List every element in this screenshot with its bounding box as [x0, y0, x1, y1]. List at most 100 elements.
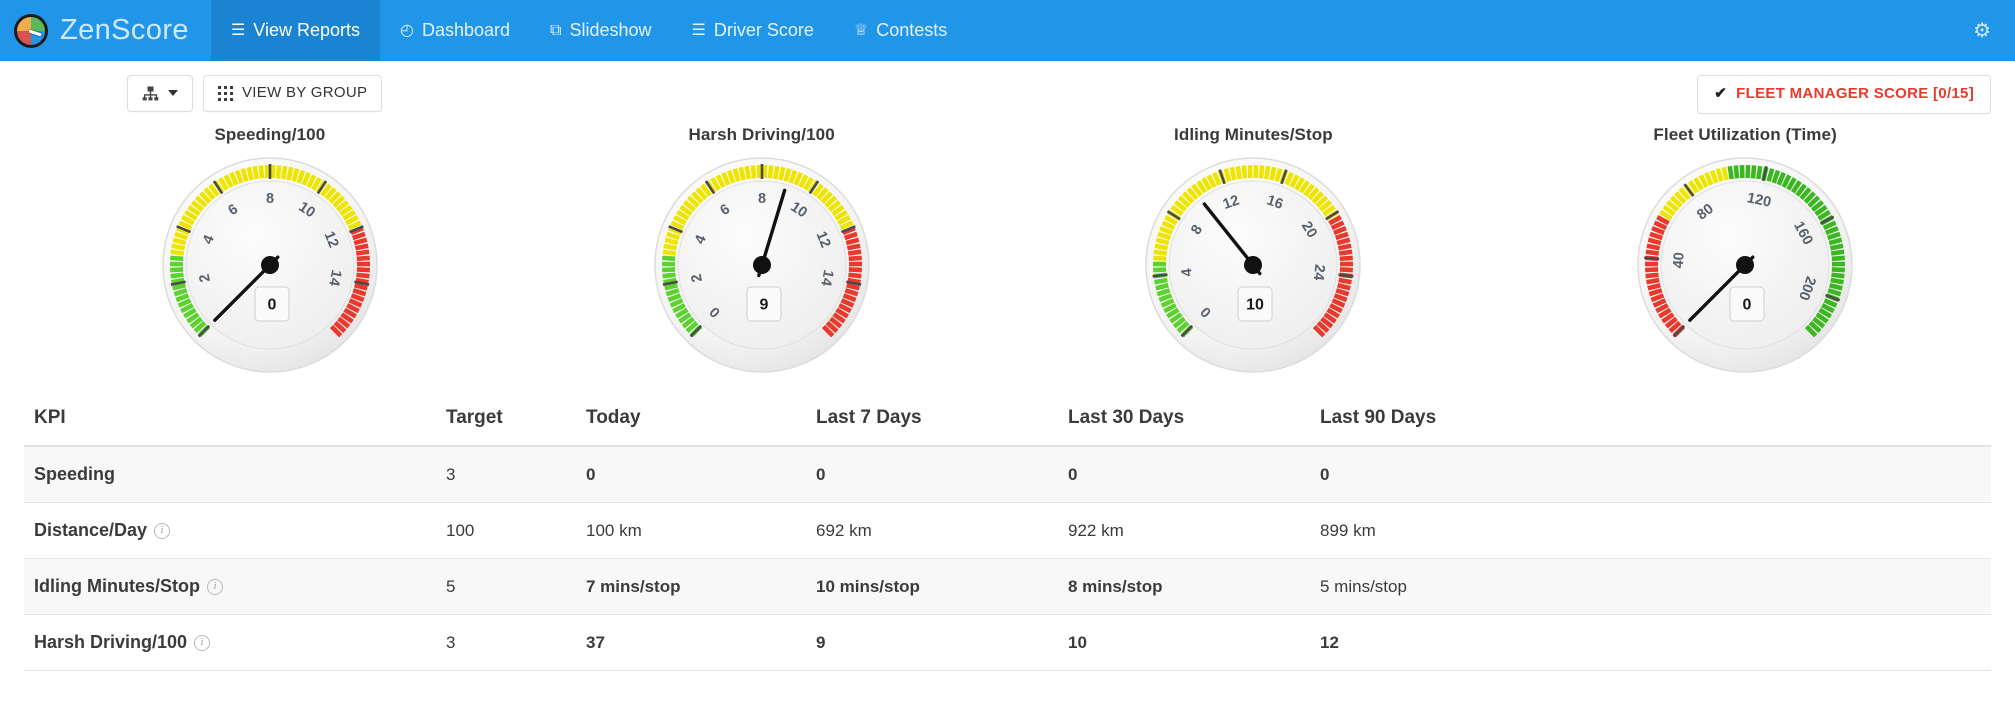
nav-item-driver-score[interactable]: ☰ Driver Score	[672, 0, 834, 61]
gauge-tick-label: 14	[817, 268, 836, 287]
kpi-table-head: KPI Target Today Last 7 Days Last 30 Days Las…	[24, 393, 1991, 447]
gauge-title: Fleet Utilization (Time)	[1653, 125, 1837, 144]
table-header-row: KPI Target Today Last 7 Days Last 30 Days Las…	[24, 393, 1991, 447]
gauge-tick-label: 24	[1310, 263, 1328, 281]
toolbar-left-group: VIEW BY GROUP	[127, 75, 383, 112]
cell-d90: 0	[1310, 446, 1991, 503]
nav-item-label: Dashboard	[421, 20, 511, 40]
nav-item-label: View Reports	[253, 20, 360, 40]
nav-item-slideshow[interactable]: ⧉ Slideshow	[530, 0, 671, 61]
gear-icon[interactable]: ⚙	[1969, 17, 1995, 45]
cell-today: 7 mins/stop	[576, 558, 806, 615]
gauge-tick-label: 14	[325, 268, 344, 287]
grid-icon	[218, 85, 233, 101]
trophy-icon: ♕	[853, 21, 869, 39]
gauge-card-fleet-utilization-time: Fleet Utilization (Time) 40 80 120 160 200 0	[1499, 125, 1991, 381]
table-header-today: Today	[576, 393, 806, 447]
view-by-group-label: VIEW BY GROUP	[242, 84, 368, 101]
cell-today: 0	[576, 446, 806, 503]
nav-item-label: Contests	[876, 20, 948, 40]
cell-kpi-name: Harsh Driving/100 i	[24, 614, 436, 671]
table-row: Speeding 3 0 0 0 0	[24, 446, 1991, 503]
gauge-row: Speeding/100 2 4 6 8 10 12 14 0 Harsh Driving/100…	[0, 125, 2015, 381]
gauge-tick-label: 40	[1671, 252, 1688, 269]
brand-link[interactable]: ZenScore	[0, 0, 211, 61]
chevron-down-icon	[168, 90, 178, 97]
cell-d7: 10 mins/stop	[806, 558, 1058, 615]
gauge-card-idling-minutes-stop: Idling Minutes/Stop 0 4 8 12 16 20 24 10	[1008, 125, 1500, 381]
nav-item-dashboard[interactable]: ◴ Dashboard	[380, 0, 530, 61]
info-icon[interactable]: i	[194, 634, 211, 651]
cell-d30: 0	[1058, 446, 1310, 503]
gauge-value: 9	[759, 297, 768, 314]
gauge-title: Speeding/100	[214, 125, 326, 144]
gauge-value: 0	[267, 297, 276, 314]
fleet-manager-score-label: FLEET MANAGER SCORE [0/15]	[1736, 85, 1974, 102]
table-row: Distance/Day i 100 100 km 692 km 922 km 899 km	[24, 502, 1991, 559]
fleet-manager-score-button[interactable]: ✔ FLEET MANAGER SCORE [0/15]	[1697, 75, 1991, 114]
sitemap-icon	[142, 86, 159, 101]
gauge-needle-hub	[260, 256, 279, 274]
cell-target: 3	[436, 446, 576, 503]
navbar-right: ⚙	[1969, 0, 2015, 61]
kpi-name: Harsh Driving/100 i	[34, 632, 211, 653]
gauge-needle-hub	[1244, 256, 1263, 274]
view-by-group-button[interactable]: VIEW BY GROUP	[203, 75, 383, 112]
kpi-table-body: Speeding 3 0 0 0 0 Distance/Day i 100 100 km 692 k…	[24, 446, 1991, 671]
gauge-dial: 2468 1012140	[162, 157, 378, 373]
kpi-table: KPI Target Today Last 7 Days Last 30 Days Las…	[24, 393, 1991, 671]
table-row: Harsh Driving/100 i 3 37 9 10 12	[24, 614, 1991, 671]
cell-d90: 5 mins/stop	[1310, 558, 1991, 615]
group-picker-dropdown[interactable]	[127, 75, 193, 112]
nav-item-label: Driver Score	[713, 20, 814, 40]
cell-d90: 899 km	[1310, 502, 1991, 559]
gauge-needle-hub	[752, 256, 771, 274]
brand-name: ZenScore	[60, 14, 189, 46]
kpi-table-wrap: KPI Target Today Last 7 Days Last 30 Days Las…	[0, 393, 2015, 671]
kpi-name: Idling Minutes/Stop i	[34, 576, 223, 597]
gauge-card-harsh-driving-100: Harsh Driving/100 0 2 4 6 8 10 12 14 9	[516, 125, 1008, 381]
cell-d30: 8 mins/stop	[1058, 558, 1310, 615]
info-icon[interactable]: i	[206, 578, 223, 595]
table-row: Idling Minutes/Stop i 5 7 mins/stop 10 mins/…	[24, 558, 1991, 615]
cell-kpi-name: Idling Minutes/Stop i	[24, 558, 436, 615]
table-header-last-7-days: Last 7 Days	[806, 393, 1058, 447]
cell-d7: 0	[806, 446, 1058, 503]
gauge-title: Harsh Driving/100	[688, 125, 835, 144]
nav-items: ☰ View Reports ◴ Dashboard ⧉ Slideshow ☰ Driver…	[210, 0, 967, 61]
gauge-dial: 04812 16202410	[1145, 157, 1362, 373]
top-navbar: ZenScore ☰ View Reports ◴ Dashboard ⧉ Slidesh…	[0, 0, 2015, 61]
table-header-target: Target	[436, 393, 576, 447]
kpi-name-label: Speeding	[34, 464, 116, 484]
cell-d30: 922 km	[1058, 502, 1310, 559]
list-icon: ☰	[230, 21, 246, 39]
slideshow-icon: ⧉	[550, 21, 562, 39]
gauge-needle-hub	[1736, 256, 1755, 274]
kpi-name-label: Harsh Driving/100	[34, 632, 188, 652]
gauge-value: 10	[1246, 297, 1264, 314]
nav-item-view-reports[interactable]: ☰ View Reports	[210, 0, 380, 61]
gauge-tick-label: 8	[266, 191, 274, 207]
kpi-name: Speeding	[34, 464, 115, 485]
kpi-name-label: Idling Minutes/Stop	[34, 576, 200, 596]
speedometer-logo-icon	[14, 13, 48, 48]
kpi-name: Distance/Day i	[34, 520, 171, 541]
info-icon[interactable]: i	[154, 522, 171, 539]
cell-kpi-name: Distance/Day i	[24, 502, 436, 559]
driver-score-list-icon: ☰	[691, 21, 706, 39]
gauge-title: Idling Minutes/Stop	[1174, 125, 1333, 144]
gauge-tick-label: 8	[758, 191, 766, 207]
cell-today: 37	[576, 614, 806, 671]
gauge-card-speeding-100: Speeding/100 2 4 6 8 10 12 14 0	[24, 125, 516, 381]
cell-target: 100	[436, 502, 576, 559]
nav-item-contests[interactable]: ♕ Contests	[834, 0, 967, 61]
kpi-name-label: Distance/Day	[34, 520, 148, 540]
cell-today: 100 km	[576, 502, 806, 559]
gauge-value: 0	[1743, 297, 1752, 314]
nav-item-label: Slideshow	[569, 20, 652, 40]
cell-d7: 9	[806, 614, 1058, 671]
table-header-kpi: KPI	[24, 393, 436, 447]
check-icon: ✔	[1714, 85, 1728, 102]
table-header-last-30-days: Last 30 Days	[1058, 393, 1310, 447]
cell-target: 5	[436, 558, 576, 615]
